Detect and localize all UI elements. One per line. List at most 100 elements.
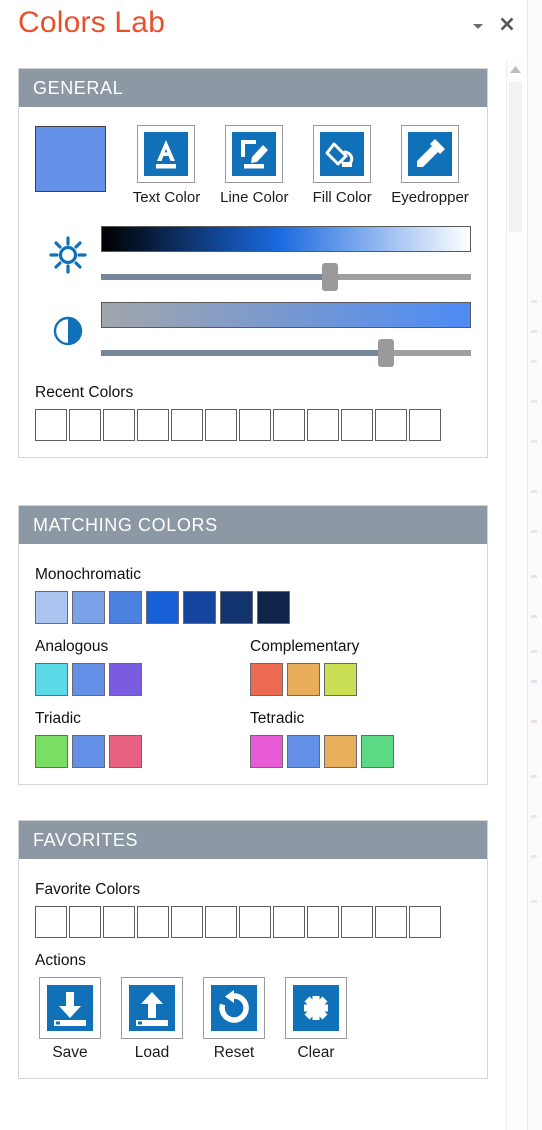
scroll-up-arrow-icon[interactable] [507,60,524,78]
recent-color-swatch[interactable] [341,409,373,441]
analogous-swatch-row [35,663,250,696]
line-color-button[interactable]: Line Color [213,125,295,206]
palette-columns-row-1: Analogous Complementary [35,624,471,696]
action-label: Save [52,1044,88,1061]
recent-color-swatch[interactable] [273,409,305,441]
eyedropper-icon [401,125,460,183]
favorite-color-swatch[interactable] [239,906,271,938]
analogous-swatch[interactable] [72,663,105,696]
adjacent-document-edge [527,0,542,1130]
triadic-swatch[interactable] [72,735,105,768]
favorites-group-header: FAVORITES [19,821,487,859]
monochromatic-swatch[interactable] [146,591,179,624]
triadic-swatch[interactable] [109,735,142,768]
brightness-slider-block [35,222,471,294]
edge-content-fleck [531,490,537,493]
favorite-color-swatch[interactable] [307,906,339,938]
clear-x-icon [285,977,347,1039]
monochromatic-swatch[interactable] [183,591,216,624]
monochromatic-swatch[interactable] [35,591,68,624]
edge-content-fleck [531,775,537,778]
tetradic-swatch[interactable] [287,735,320,768]
edge-content-fleck [531,650,537,653]
recent-color-swatch[interactable] [137,409,169,441]
monochromatic-swatch[interactable] [220,591,253,624]
contrast-thumb[interactable] [377,339,394,367]
favorite-color-swatch[interactable] [137,906,169,938]
complementary-swatch[interactable] [287,663,320,696]
monochromatic-swatch[interactable] [109,591,142,624]
actions-row: Save Load Reset Clear [35,977,471,1062]
recent-color-swatch[interactable] [307,409,339,441]
recent-color-swatch[interactable] [239,409,271,441]
fill-color-button[interactable]: Fill Color [301,125,383,206]
close-icon[interactable] [498,15,516,33]
favorite-color-swatch[interactable] [341,906,373,938]
edge-content-fleck [531,360,537,363]
recent-color-swatch[interactable] [69,409,101,441]
brightness-sun-icon [35,222,101,288]
favorite-color-swatch[interactable] [205,906,237,938]
eyedropper-button[interactable]: Eyedropper [389,125,471,206]
monochromatic-swatch[interactable] [257,591,290,624]
recent-color-swatch[interactable] [103,409,135,441]
complementary-swatch[interactable] [250,663,283,696]
fill-color-icon [313,125,372,183]
brightness-thumb[interactable] [322,263,339,291]
analogous-swatch[interactable] [109,663,142,696]
text-color-button[interactable]: Text Color [126,125,208,206]
tetradic-swatch[interactable] [250,735,283,768]
page-title: Colors Lab [18,6,166,39]
recent-color-swatch[interactable] [409,409,441,441]
favorite-colors-label: Favorite Colors [35,881,141,898]
chevron-down-icon[interactable] [470,18,486,34]
vertical-scrollbar[interactable] [506,60,524,1130]
contrast-track-fill [101,350,386,356]
complementary-swatch[interactable] [324,663,357,696]
favorite-color-swatch[interactable] [69,906,101,938]
edge-content-fleck [531,615,537,618]
clear-button[interactable]: Clear [281,977,351,1062]
load-button[interactable]: Load [117,977,187,1062]
task-pane: Colors Lab GENERAL Text Color Line Color… [0,0,528,1130]
scrollbar-thumb[interactable] [509,82,522,232]
action-label: Clear [297,1044,335,1061]
favorite-colors-row [35,906,471,938]
analogous-swatch[interactable] [35,663,68,696]
complementary-label: Complementary [250,638,360,655]
contrast-slider-block [35,298,471,370]
tetradic-swatch[interactable] [361,735,394,768]
recent-color-swatch[interactable] [205,409,237,441]
favorite-color-swatch[interactable] [103,906,135,938]
triadic-swatch[interactable] [35,735,68,768]
recent-color-swatch[interactable] [171,409,203,441]
triadic-label: Triadic [35,710,81,727]
edge-content-fleck [531,330,537,333]
favorite-color-swatch[interactable] [273,906,305,938]
monochromatic-swatch[interactable] [72,591,105,624]
edge-content-fleck [531,300,537,303]
action-label: Load [134,1044,170,1061]
brightness-slider[interactable] [101,260,471,294]
tool-label: Eyedropper [391,189,469,206]
contrast-half-circle-icon [35,298,101,364]
recent-color-swatch[interactable] [35,409,67,441]
recent-colors-label: Recent Colors [35,384,134,401]
edge-content-fleck [531,720,537,723]
tool-label: Text Color [132,189,201,206]
favorite-color-swatch[interactable] [375,906,407,938]
favorite-color-swatch[interactable] [171,906,203,938]
reset-button[interactable]: Reset [199,977,269,1062]
current-color-swatch[interactable] [35,126,106,192]
save-button[interactable]: Save [35,977,105,1062]
contrast-slider[interactable] [101,336,471,370]
favorite-color-swatch[interactable] [409,906,441,938]
monochromatic-swatch-row [35,591,471,624]
palette-columns-row-2: Triadic Tetradic [35,696,471,768]
edge-content-fleck [531,680,537,683]
favorite-color-swatch[interactable] [35,906,67,938]
recent-color-swatch[interactable] [375,409,407,441]
tetradic-swatch[interactable] [324,735,357,768]
edge-content-fleck [531,815,537,818]
actions-label: Actions [35,952,86,969]
